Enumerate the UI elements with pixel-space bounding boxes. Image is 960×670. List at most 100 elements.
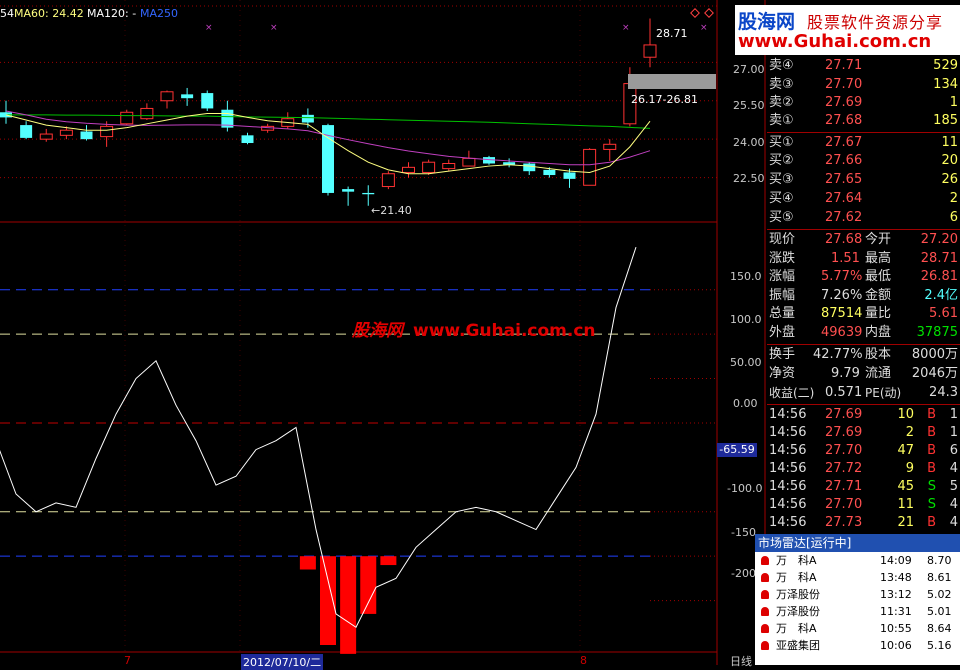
tick-count: 1 (949, 425, 958, 440)
cci-bar (320, 556, 336, 645)
candle-body-down (543, 169, 556, 176)
tick-side: B (927, 461, 936, 476)
stat-label: 量比 (865, 306, 892, 321)
stat-value: 87514 (821, 306, 863, 321)
tick-row: 14:56 27.71 45 S 5 (767, 478, 960, 496)
radar-stock-name: 万 科A (776, 571, 817, 584)
candle-body-up (140, 107, 154, 120)
bid-row-3: 买③ 27.65 26 (767, 171, 960, 189)
site-banner[interactable]: 股海网 股票软件资源分享 www.Guhai.com.cn (735, 5, 960, 55)
ask-volume: 185 (933, 113, 958, 128)
bid-row-1: 买① 27.67 11 (767, 134, 960, 152)
stat-label: 振幅 (769, 288, 796, 303)
quote-panel: 卖④ 27.71 529 卖③ 27.70 134 卖② 27.69 1 卖① … (767, 57, 960, 544)
cci-line (0, 246, 637, 628)
indicator-axis-label: 50.00 (730, 356, 762, 369)
date-axis-tick: 8 (580, 654, 587, 667)
radar-title[interactable]: 市场雷达[运行中] (755, 534, 960, 552)
tick-price: 27.72 (825, 461, 863, 476)
tick-side: B (927, 515, 936, 530)
indicator-axis-label: -150 (731, 526, 756, 539)
stat-row: 现价 27.68 今开 27.20 (767, 231, 960, 249)
cci-bar (380, 556, 397, 566)
separator (767, 132, 960, 133)
stat-label: 涨跌 (769, 251, 796, 266)
radar-item[interactable]: 万泽股份 13:12 5.02 (755, 586, 960, 603)
candle-body-down (342, 189, 355, 192)
radar-stock-name: 万 科A (776, 554, 817, 567)
ask-label: 卖④ (769, 58, 794, 73)
tick-time: 14:56 (769, 425, 807, 440)
price-axis-label: 25.50 (733, 99, 765, 112)
separator (767, 229, 960, 230)
candle-body-down (301, 114, 314, 123)
stat-row: 涨跌 1.51 最高 28.71 (767, 250, 960, 268)
ask-row-4: 卖④ 27.71 529 (767, 57, 960, 75)
candle-body-up (100, 125, 114, 138)
ma120-legend: MA120: - (87, 7, 137, 20)
stat-label: 金额 (865, 288, 892, 303)
candle-body-up (402, 166, 415, 173)
ask-price: 27.69 (825, 95, 863, 110)
watermark: 股海网 www.Guhai.com.cn (352, 316, 596, 341)
radar-item[interactable]: 万泽股份 11:31 5.01 (755, 603, 960, 620)
stat-label: 外盘 (769, 325, 796, 340)
bid-row-2: 买② 27.66 20 (767, 152, 960, 170)
ma60-legend: MA60: 24.42 (14, 7, 84, 20)
tick-count: 4 (949, 497, 958, 512)
cci-bar (360, 556, 377, 614)
tick-side: S (927, 479, 936, 494)
candle-body-down (80, 131, 93, 140)
indicator-axis-label: 150.0 (730, 270, 762, 283)
radar-time: 13:12 (880, 588, 912, 601)
tick-volume: 21 (897, 515, 914, 530)
low-price-annotation: ←21.40 (371, 204, 412, 217)
fundamental-value: 0.571 (825, 385, 863, 400)
fundamental-value: 8000万 (911, 347, 958, 362)
candle-body-up (583, 148, 597, 186)
candle-body-down (241, 135, 254, 144)
separator (767, 404, 960, 405)
tick-price: 27.73 (825, 515, 863, 530)
period-label[interactable]: 日线 (730, 653, 752, 669)
ask-row-3: 卖③ 27.70 134 (767, 76, 960, 94)
tick-volume: 10 (897, 407, 914, 422)
bell-icon (761, 590, 769, 599)
bid-row-4: 买④ 27.64 2 (767, 190, 960, 208)
bid-label: 买② (769, 153, 794, 168)
tick-time: 14:56 (769, 407, 807, 422)
radar-value: 8.61 (927, 571, 952, 584)
bell-icon (761, 556, 769, 565)
tick-row: 14:56 27.73 21 B 4 (767, 514, 960, 532)
candlestick-series[interactable] (0, 18, 657, 206)
tick-time: 14:56 (769, 461, 807, 476)
stat-value: 1.51 (831, 251, 860, 266)
fundamental-label: 换手 (769, 347, 796, 362)
tick-price: 27.69 (825, 425, 863, 440)
indicator-current-value: -65.59 (717, 443, 757, 457)
tick-side: B (927, 425, 936, 440)
diamond-marker (704, 8, 714, 18)
indicator-axis-label: 100.0 (730, 313, 762, 326)
stat-row: 涨幅 5.77% 最低 26.81 (767, 268, 960, 286)
tick-count: 1 (949, 407, 958, 422)
radar-item[interactable]: 万 科A 10:55 8.64 (755, 620, 960, 637)
candle-body-down (362, 192, 375, 195)
radar-item[interactable]: 万 科A 13:48 8.61 (755, 569, 960, 586)
date-axis-cursor-date: 2012/07/10/二 (241, 654, 324, 670)
ma250-legend: MA250 (140, 7, 179, 20)
market-radar-window[interactable]: 市场雷达[运行中] 万 科A 14:09 8.70 万 科A 13:48 8.61 万泽股份… (755, 534, 960, 665)
stat-label: 涨幅 (769, 269, 796, 284)
ask-label: 卖③ (769, 77, 794, 92)
candle-body-up (442, 163, 456, 170)
radar-item[interactable]: 万 科A 14:09 8.70 (755, 552, 960, 569)
fundamental-value: 9.79 (831, 366, 860, 381)
tick-count: 4 (949, 461, 958, 476)
stat-value: 27.68 (825, 232, 863, 247)
candle-body-up (160, 91, 174, 102)
top-marker: × (205, 23, 213, 33)
bid-label: 买① (769, 135, 794, 150)
radar-item[interactable]: 亚盛集团 10:06 5.16 (755, 637, 960, 654)
fundamental-row: 换手 42.77% 股本 8000万 (767, 346, 960, 364)
radar-stock-name: 万泽股份 (776, 588, 820, 601)
